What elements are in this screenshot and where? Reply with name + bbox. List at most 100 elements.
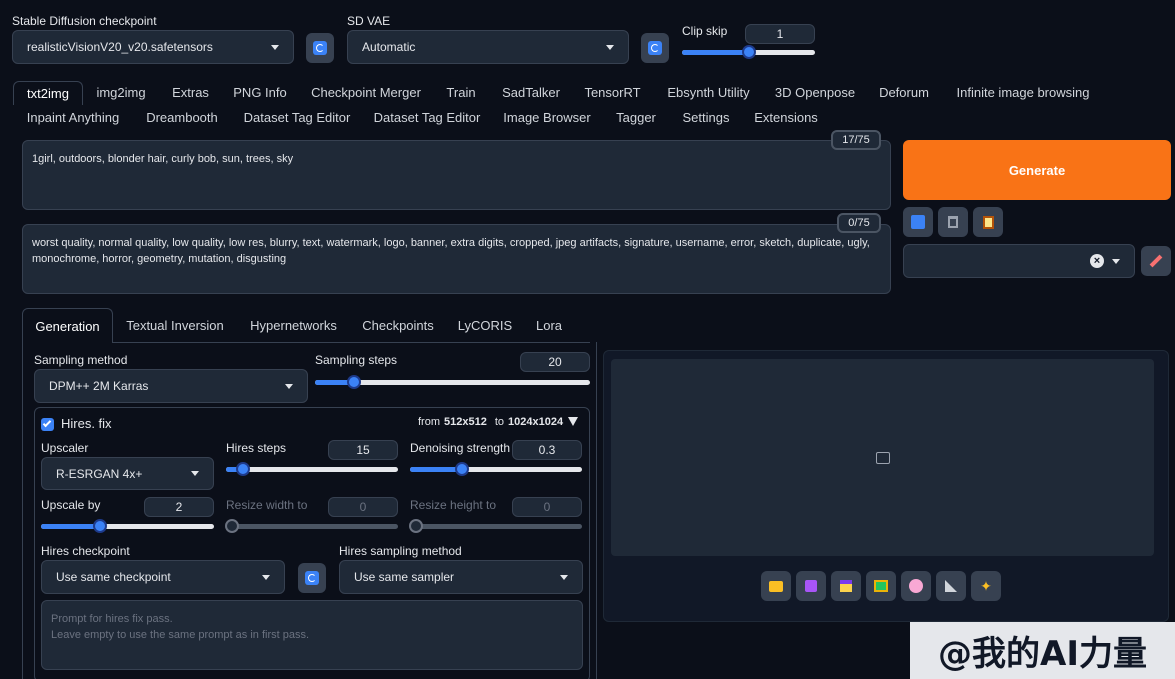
tab-image-browser[interactable]: Image Browser	[495, 107, 599, 129]
from-size: 512x512	[444, 416, 487, 428]
slider-fill	[682, 50, 749, 55]
hires-steps-slider[interactable]	[226, 461, 398, 477]
chevron-down-icon	[191, 471, 199, 476]
denoising-label: Denoising strength	[410, 441, 511, 455]
hires-prompt-textarea[interactable]: Prompt for hires fix pass. Leave empty t…	[41, 600, 583, 670]
clip-skip-label: Clip skip	[682, 24, 728, 38]
upscale-by-input[interactable]: 2	[144, 497, 214, 517]
tab-hypernetworks[interactable]: Hypernetworks	[240, 308, 347, 343]
edit-styles-button[interactable]	[1141, 246, 1171, 276]
hires-steps-label: Hires steps	[226, 441, 287, 455]
chevron-down-icon	[606, 44, 614, 50]
clip-skip-input[interactable]: 1	[745, 24, 815, 44]
tab-checkpoint-merger[interactable]: Checkpoint Merger	[302, 81, 430, 105]
clip-skip-slider[interactable]	[682, 44, 815, 60]
tab-ebsynth-utility[interactable]: Ebsynth Utility	[656, 81, 761, 105]
tab-3d-openpose[interactable]: 3D Openpose	[767, 81, 863, 105]
chevron-down-icon	[1112, 258, 1120, 264]
refresh-icon	[313, 41, 327, 55]
hires-sampler-dropdown[interactable]: Use same sampler	[339, 560, 583, 594]
resize-height-input[interactable]: 0	[512, 497, 582, 517]
checkmark-icon	[42, 418, 52, 428]
tab-checkpoints[interactable]: Checkpoints	[354, 308, 442, 343]
sampling-method-dropdown[interactable]: DPM++ 2M Karras	[34, 369, 308, 403]
to-prefix: to	[494, 416, 505, 428]
hires-checkpoint-dropdown[interactable]: Use same checkpoint	[41, 560, 285, 594]
tab-sadtalker[interactable]: SadTalker	[492, 81, 570, 105]
vae-dropdown[interactable]: Automatic	[347, 30, 629, 64]
apply-styles-button[interactable]	[973, 207, 1003, 237]
upscaler-dropdown[interactable]: R-ESRGAN 4x+	[41, 457, 214, 490]
slider-fill	[410, 467, 462, 472]
upscale-by-slider[interactable]	[41, 518, 214, 534]
refresh-vae-button[interactable]	[641, 33, 669, 63]
refresh-checkpoint-button[interactable]	[306, 33, 334, 63]
generate-button[interactable]: Generate	[903, 140, 1171, 200]
tab-tagger[interactable]: Tagger	[606, 107, 666, 129]
slider-thumb[interactable]	[236, 462, 251, 476]
tab-train[interactable]: Train	[436, 81, 486, 105]
send-to-img2img-button[interactable]	[866, 571, 896, 601]
tab-extensions[interactable]: Extensions	[745, 107, 827, 129]
slider-thumb[interactable]	[92, 519, 107, 533]
styles-dropdown[interactable]: ×	[903, 244, 1135, 278]
vae-value: Automatic	[362, 40, 416, 54]
resize-width-slider[interactable]	[225, 518, 398, 534]
sampling-method-value: DPM++ 2M Karras	[49, 379, 149, 393]
open-folder-button[interactable]	[761, 571, 791, 601]
slider-track	[410, 524, 582, 529]
denoising-slider[interactable]	[410, 461, 582, 477]
arrow-icon	[911, 215, 925, 229]
clear-icon[interactable]: ×	[1090, 254, 1104, 268]
hires-checkpoint-label: Hires checkpoint	[41, 544, 130, 558]
send-to-extras-button[interactable]	[936, 571, 966, 601]
clear-prompt-button[interactable]	[938, 207, 968, 237]
sparkle-button[interactable]: ✦	[971, 571, 1001, 601]
tab-lycoris[interactable]: LyCORIS	[452, 308, 518, 343]
save-button[interactable]	[796, 571, 826, 601]
read-params-button[interactable]	[903, 207, 933, 237]
chevron-down-icon	[262, 574, 270, 580]
sampling-steps-input[interactable]: 20	[520, 352, 590, 372]
hires-sampler-value: Use same sampler	[354, 570, 455, 584]
tab-dataset-tag-editor[interactable]: Dataset Tag Editor	[365, 107, 489, 129]
slider-thumb[interactable]	[409, 519, 423, 533]
resize-width-input[interactable]: 0	[328, 497, 398, 517]
slider-thumb[interactable]	[741, 45, 756, 59]
resize-height-slider[interactable]	[409, 518, 582, 534]
negative-prompt-textarea[interactable]: worst quality, normal quality, low quali…	[22, 224, 891, 294]
tab-dreambooth[interactable]: Dreambooth	[137, 107, 227, 129]
tab-extras[interactable]: Extras	[163, 81, 218, 105]
folder-icon	[769, 580, 783, 592]
ruler-icon	[945, 580, 957, 592]
tab-dataset-tag-editor[interactable]: Dataset Tag Editor	[235, 107, 359, 129]
slider-thumb[interactable]	[225, 519, 239, 533]
send-to-inpaint-button[interactable]	[901, 571, 931, 601]
slider-thumb[interactable]	[346, 375, 361, 389]
hires-fix-checkbox[interactable]	[41, 418, 54, 431]
chevron-down-icon	[560, 574, 568, 580]
tab-textual-inversion[interactable]: Textual Inversion	[117, 308, 233, 343]
prompt-textarea[interactable]: 1girl, outdoors, blonder hair, curly bob…	[22, 140, 891, 210]
checkpoint-dropdown[interactable]: realisticVisionV20_v20.safetensors	[12, 30, 294, 64]
palette-icon	[909, 579, 923, 593]
tab-img2img[interactable]: img2img	[86, 81, 156, 105]
hires-steps-input[interactable]: 15	[328, 440, 398, 460]
tab-settings[interactable]: Settings	[672, 107, 740, 129]
tab-inpaint-anything[interactable]: Inpaint Anything	[16, 107, 130, 129]
tab-png-info[interactable]: PNG Info	[225, 81, 295, 105]
tab-generation[interactable]: Generation	[22, 308, 113, 343]
slider-thumb[interactable]	[454, 462, 469, 476]
collapse-triangle-icon[interactable]	[568, 417, 578, 426]
tab-lora[interactable]: Lora	[527, 308, 571, 343]
tab-deforum[interactable]: Deforum	[869, 81, 939, 105]
zip-button[interactable]	[831, 571, 861, 601]
sampling-steps-slider[interactable]	[315, 374, 590, 390]
tab-txt2img[interactable]: txt2img	[13, 81, 83, 105]
denoising-input[interactable]: 0.3	[512, 440, 582, 460]
upscale-by-label: Upscale by	[41, 498, 101, 512]
tab-tensorrt[interactable]: TensorRT	[576, 81, 649, 105]
tab-infinite-image-browsing[interactable]: Infinite image browsing	[946, 81, 1100, 105]
refresh-hires-checkpoint-button[interactable]	[298, 563, 326, 593]
chevron-down-icon	[271, 44, 279, 50]
